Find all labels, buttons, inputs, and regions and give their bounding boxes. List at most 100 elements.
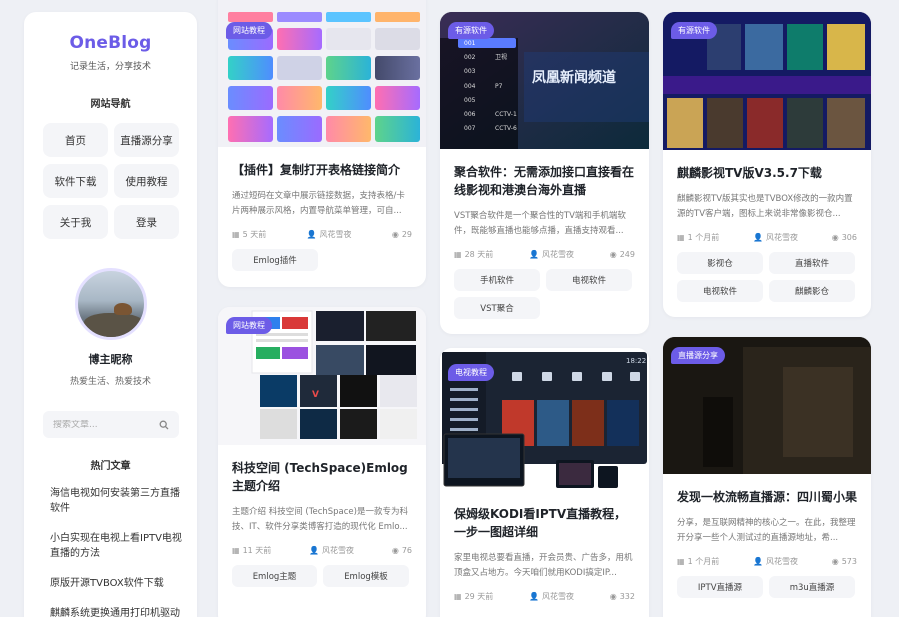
- post-tag[interactable]: 影视仓: [677, 252, 763, 274]
- post-card[interactable]: 有源软件 麒麟影视TV版V3.5.7下载 麒麟影视TV版其实也是TVBOX修改的…: [663, 12, 871, 317]
- post-tag[interactable]: Emlog主题: [232, 565, 317, 587]
- post-tag[interactable]: m3u直播源: [769, 576, 855, 598]
- channel-label: CCTV-6: [495, 125, 517, 132]
- post-tag[interactable]: 直播软件: [769, 252, 855, 274]
- post-tags: Emlog插件: [218, 249, 426, 271]
- post-tag[interactable]: VST聚合: [454, 297, 540, 319]
- post-views: 306: [841, 233, 857, 242]
- eye-icon: ◉: [609, 592, 617, 601]
- channel-number: 006: [464, 111, 476, 118]
- post-views: 332: [619, 592, 635, 601]
- post-tags: 影视仓 直播软件 电视软件 麒麟影仓: [663, 252, 871, 302]
- post-author[interactable]: 风花雪夜: [766, 232, 798, 243]
- post-title[interactable]: 科技空间 (TechSpace)Emlog主题介绍: [218, 459, 426, 495]
- category-badge[interactable]: 电视教程: [448, 364, 494, 381]
- post-tag[interactable]: 电视软件: [677, 280, 763, 302]
- thumb-clock: 18:22: [626, 357, 646, 365]
- post-excerpt: 家里电视总要看直播，开会员贵、广告多，用机顶盒又占地方。今天咱们就用KODI搞定…: [454, 553, 633, 578]
- channel-number: 003: [464, 68, 476, 75]
- nav-live-source-button[interactable]: 直播源分享: [114, 123, 179, 157]
- category-badge[interactable]: 有源软件: [448, 22, 494, 39]
- eye-icon: ◉: [609, 250, 617, 259]
- post-tags: Emlog主题 Emlog模板: [218, 565, 426, 587]
- site-tagline: 记录生活，分享技术: [69, 62, 151, 72]
- post-excerpt: 分享，是互联网精神的核心之一。在此，我整理开分享一些个人测试过的直播源地址，希.…: [677, 518, 856, 543]
- post-meta: ▦ 1 个月前 👤 风花雪夜 ◉ 573: [663, 556, 871, 567]
- post-thumbnail[interactable]: 有源软件: [663, 12, 871, 150]
- category-badge[interactable]: 有源软件: [671, 22, 717, 39]
- post-card[interactable]: V 网站教程 科技空间 (TechSpace)Emlog主题介绍 主题介绍 科技…: [218, 307, 426, 617]
- calendar-icon: ▦: [677, 233, 685, 242]
- category-badge[interactable]: 网站教程: [226, 317, 272, 334]
- post-time: 1 个月前: [687, 233, 720, 242]
- post-excerpt: 麒麟影视TV版其实也是TVBOX修改的一款内置源的TV客户端，图标上来说非常像影…: [677, 194, 853, 219]
- post-meta: ▦ 29 天前 👤 风花雪夜 ◉ 332: [440, 591, 649, 602]
- post-time: 29 天前: [464, 592, 494, 601]
- user-icon: 👤: [306, 230, 317, 239]
- user-icon: 👤: [752, 557, 763, 566]
- eye-icon: ◉: [831, 557, 839, 566]
- post-views: 249: [619, 250, 635, 259]
- post-thumbnail[interactable]: 18:22 电视教程: [440, 348, 649, 491]
- nav-tutorial-button[interactable]: 使用教程: [114, 164, 179, 198]
- post-author[interactable]: 风花雪夜: [766, 556, 798, 567]
- site-nav: 首页 直播源分享 软件下载 使用教程 关于我 登录: [24, 123, 197, 239]
- eye-icon: ◉: [391, 546, 399, 555]
- post-thumbnail[interactable]: 002 003 004 005 006 007 卫视 P7 CCTV-1 CCT…: [440, 12, 649, 149]
- site-logo[interactable]: OneBlog: [24, 33, 197, 53]
- nav-about-button[interactable]: 关于我: [43, 205, 108, 239]
- post-author[interactable]: 风花雪夜: [542, 249, 574, 260]
- post-tag[interactable]: Emlog插件: [232, 249, 318, 271]
- post-tag[interactable]: 麒麟影仓: [769, 280, 855, 302]
- post-author[interactable]: 风花雪夜: [322, 545, 354, 556]
- nav-home-button[interactable]: 首页: [43, 123, 108, 157]
- post-tag[interactable]: 手机软件: [454, 269, 540, 291]
- nav-software-button[interactable]: 软件下载: [43, 164, 108, 198]
- nav-section-title: 网站导航: [90, 99, 131, 110]
- category-badge[interactable]: 网站教程: [226, 22, 272, 39]
- nav-login-button[interactable]: 登录: [114, 205, 179, 239]
- svg-text:V: V: [312, 390, 319, 400]
- post-thumbnail[interactable]: V 网站教程: [218, 307, 426, 445]
- post-thumbnail[interactable]: 网站教程: [218, 0, 426, 147]
- post-card[interactable]: 直播源分享 发现一枚流畅直播源：四川蜀小果 分享，是互联网精神的核心之一。在此，…: [663, 337, 871, 617]
- hot-section-title: 热门文章: [90, 461, 131, 472]
- post-title[interactable]: 麒麟影视TV版V3.5.7下载: [663, 164, 871, 182]
- user-icon: 👤: [752, 233, 763, 242]
- search-icon[interactable]: [159, 420, 169, 430]
- post-time: 28 天前: [464, 250, 494, 259]
- channel-label: 卫视: [495, 53, 507, 61]
- post-views: 29: [401, 230, 412, 239]
- hot-article-link[interactable]: 海信电视如何安装第三方直播软件: [50, 486, 182, 516]
- hot-article-link[interactable]: 小白实现在电视上看IPTV电视直播的方法: [50, 531, 182, 561]
- post-card[interactable]: 网站教程 【插件】复制打开表格链接简介 通过短码在文章中展示链接数据，支持表格/…: [218, 0, 426, 287]
- channel-number: 005: [464, 97, 476, 104]
- post-tag[interactable]: IPTV直播源: [677, 576, 763, 598]
- calendar-icon: ▦: [454, 592, 462, 601]
- post-tag[interactable]: Emlog模板: [323, 565, 409, 587]
- category-badge[interactable]: 直播源分享: [671, 347, 725, 364]
- calendar-icon: ▦: [232, 230, 240, 239]
- search-box: [43, 411, 179, 438]
- post-card[interactable]: 18:22 电视教程 保姆级KODI看IPTV直播教程，一步一图超详细 家里电视…: [440, 348, 649, 617]
- post-card[interactable]: 002 003 004 005 006 007 卫视 P7 CCTV-1 CCT…: [440, 12, 649, 334]
- post-excerpt: 通过短码在文章中展示链接数据，支持表格/卡片两种展示风格，内置导航菜单管理，可自…: [232, 191, 405, 216]
- channel-number: 004: [464, 83, 476, 90]
- hot-article-link[interactable]: 麒麟系统更换通用打印机驱动教程: [50, 606, 182, 617]
- hot-article-link[interactable]: 原版开源TVBOX软件下载: [50, 576, 182, 591]
- post-title[interactable]: 发现一枚流畅直播源：四川蜀小果: [663, 488, 871, 506]
- calendar-icon: ▦: [677, 557, 685, 566]
- search-input[interactable]: [53, 419, 153, 430]
- post-excerpt: 主题介绍 科技空间 (TechSpace)是一款专为科技、IT、软件分享类博客打…: [232, 507, 408, 532]
- post-title[interactable]: 聚合软件：无需添加接口直接看在线影视和港澳台海外直播: [440, 163, 649, 199]
- post-thumbnail[interactable]: 直播源分享: [663, 337, 871, 474]
- post-title[interactable]: 【插件】复制打开表格链接简介: [218, 161, 426, 179]
- post-title[interactable]: 保姆级KODI看IPTV直播教程，一步一图超详细: [440, 505, 649, 541]
- blogger-avatar: [74, 268, 147, 340]
- post-author[interactable]: 风花雪夜: [542, 591, 574, 602]
- calendar-icon: ▦: [454, 250, 462, 259]
- post-time: 1 个月前: [687, 557, 720, 566]
- post-author[interactable]: 风花雪夜: [320, 229, 352, 240]
- post-tag[interactable]: 电视软件: [546, 269, 632, 291]
- post-views: 573: [841, 557, 857, 566]
